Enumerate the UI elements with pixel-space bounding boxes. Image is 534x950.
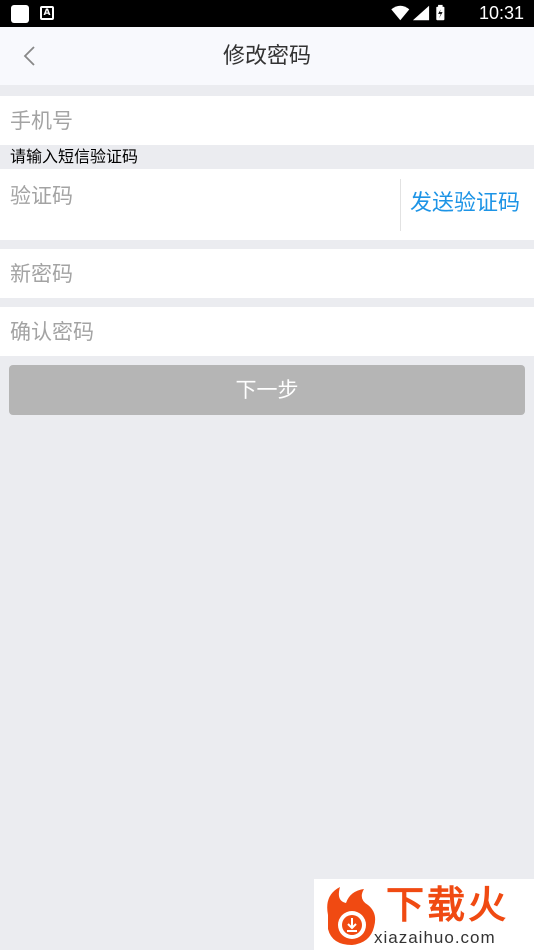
confirm-password-row [0, 307, 534, 356]
send-code-button[interactable]: 发送验证码 [410, 189, 520, 219]
watermark-logo: 下载火 xiazaihuo.com [314, 879, 534, 950]
confirm-password-input[interactable] [10, 307, 390, 356]
wifi-icon [391, 5, 410, 21]
cell-signal-icon [412, 5, 430, 21]
watermark-url: xiazaihuo.com [374, 928, 496, 947]
verification-code-input[interactable] [10, 171, 390, 221]
battery-icon [436, 4, 445, 21]
status-bar: A 10:31 [0, 0, 534, 27]
phone-input[interactable] [10, 96, 390, 145]
flame-logo-icon [327, 887, 376, 945]
new-password-input[interactable] [10, 249, 390, 298]
watermark-title: 下载火 [386, 883, 510, 927]
status-time: 10:31 [478, 3, 524, 23]
notification-square-icon [11, 5, 29, 23]
status-icons [391, 4, 445, 21]
sms-code-hint: 请输入短信验证码 [10, 147, 139, 166]
app-notification-icon: A [40, 6, 54, 20]
divider [400, 179, 401, 231]
new-password-row [0, 249, 534, 298]
next-button[interactable]: 下一步 [9, 365, 525, 415]
page-title: 修改密码 [222, 44, 311, 69]
phone-row [0, 96, 534, 145]
code-row: 发送验证码 [0, 169, 534, 240]
app-header: 修改密码 [0, 27, 534, 85]
